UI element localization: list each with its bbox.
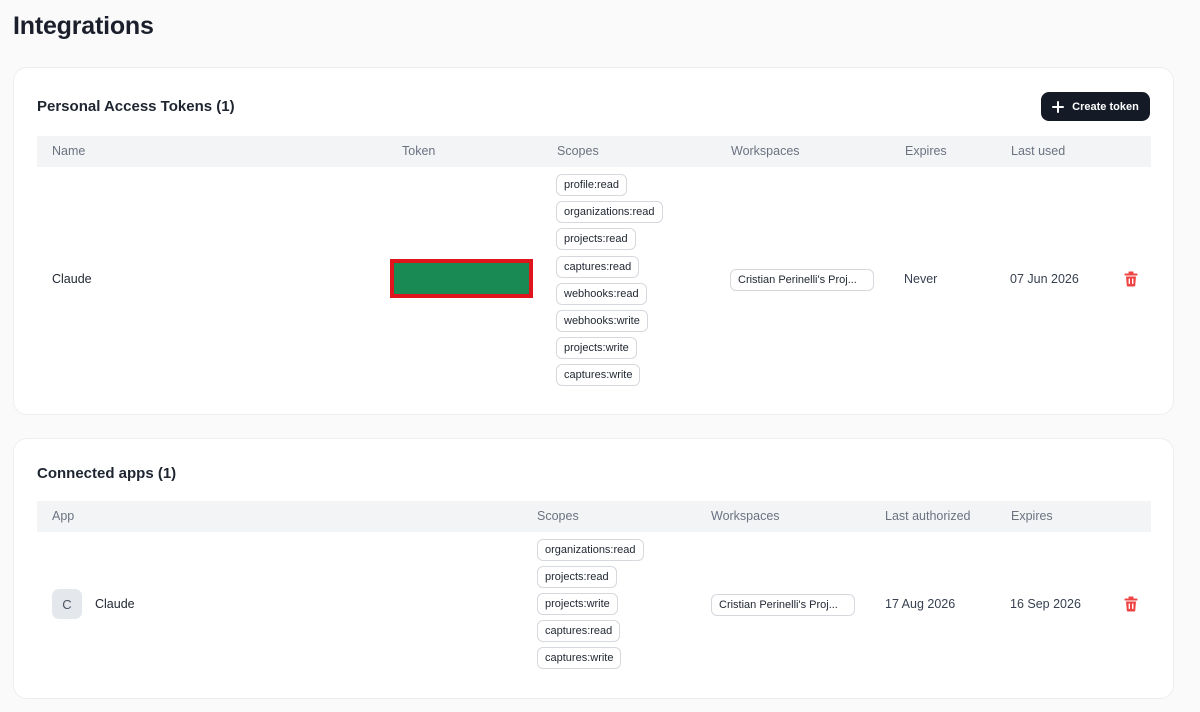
- token-name: Claude: [52, 272, 92, 286]
- column-header-workspaces: Workspaces: [731, 144, 800, 158]
- scope-badge: captures:write: [537, 647, 622, 669]
- scope-badge: webhooks:write: [556, 310, 648, 332]
- column-header-scopes: Scopes: [537, 509, 579, 523]
- column-header-token: Token: [402, 144, 436, 158]
- create-token-label: Create token: [1072, 100, 1139, 113]
- column-header-expires: Expires: [905, 144, 947, 158]
- personal-access-tokens-card: Personal Access Tokens (1) Create token …: [13, 67, 1174, 415]
- app-name: Claude: [95, 597, 135, 611]
- app-avatar: C: [52, 589, 82, 619]
- delete-token-trash-icon[interactable]: [1124, 271, 1138, 287]
- integrations-page: Integrations Personal Access Tokens (1) …: [0, 0, 1200, 712]
- page-title: Integrations: [13, 12, 154, 40]
- apps-section-title: Connected apps (1): [37, 465, 177, 482]
- tokens-section-title: Personal Access Tokens (1): [37, 98, 235, 115]
- connected-apps-card: Connected apps (1) App Scopes Workspaces…: [13, 438, 1174, 699]
- scope-badge: projects:write: [537, 593, 618, 615]
- scope-badge: profile:read: [556, 174, 628, 196]
- token-expires: Never: [904, 272, 938, 286]
- token-last-used: 07 Jun 2026: [1010, 272, 1079, 286]
- scope-badge: captures:write: [556, 364, 641, 386]
- workspace-badge: Cristian Perinelli's Proj...: [711, 594, 855, 616]
- workspace-badge: Cristian Perinelli's Proj...: [730, 269, 874, 291]
- scope-badge: projects:read: [537, 566, 617, 588]
- apps-table-header: App Scopes Workspaces Last authorized Ex…: [37, 501, 1151, 532]
- revoke-app-trash-icon[interactable]: [1124, 596, 1138, 612]
- scope-badge: organizations:read: [556, 201, 663, 223]
- scope-badge: projects:write: [556, 337, 637, 359]
- tokens-table-header: Name Token Scopes Workspaces Expires Las…: [37, 136, 1151, 167]
- column-header-workspaces: Workspaces: [711, 509, 780, 523]
- column-header-last-used: Last used: [1011, 144, 1066, 158]
- token-value-redacted: [390, 259, 533, 298]
- app-expires: 16 Sep 2026: [1010, 597, 1081, 611]
- plus-icon: [1052, 100, 1065, 113]
- scope-badge: webhooks:read: [556, 283, 647, 305]
- scope-badge: projects:read: [556, 228, 636, 250]
- create-token-button[interactable]: Create token: [1041, 92, 1150, 121]
- column-header-app: App: [52, 509, 75, 523]
- column-header-name: Name: [52, 144, 86, 158]
- scope-badge: organizations:read: [537, 539, 644, 561]
- app-last-authorized: 17 Aug 2026: [885, 597, 956, 611]
- scope-badge: captures:read: [556, 256, 640, 278]
- column-header-expires: Expires: [1011, 509, 1053, 523]
- column-header-scopes: Scopes: [557, 144, 599, 158]
- column-header-last-authorized: Last authorized: [885, 509, 971, 523]
- scope-badge: captures:read: [537, 620, 621, 642]
